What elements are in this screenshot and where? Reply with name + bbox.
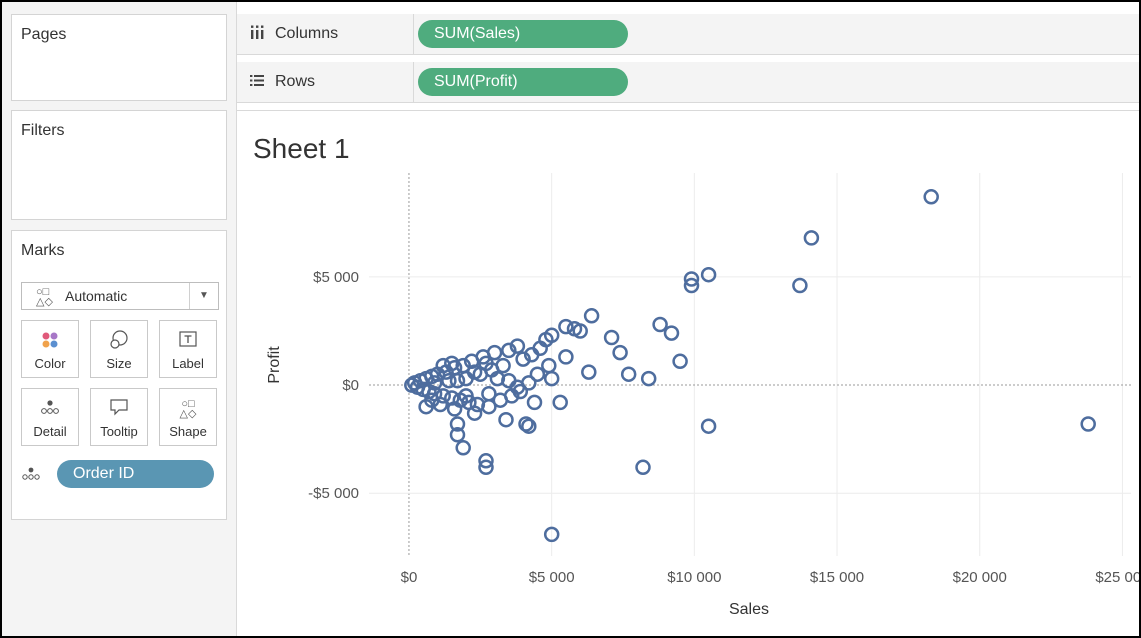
scatter-point: [792, 277, 808, 294]
sum-profit-pill[interactable]: SUM(Profit): [418, 68, 628, 96]
scatter-point: [466, 405, 483, 421]
scatter-point: [481, 385, 497, 402]
shape-label: Shape: [169, 424, 207, 439]
scatter-point: [640, 370, 657, 387]
text-label-icon: [160, 329, 216, 351]
scatter-point: [541, 357, 557, 374]
pages-card[interactable]: Pages: [11, 14, 227, 101]
automatic-mark-icon: ○□ △◇: [36, 286, 53, 308]
mark-layer: [404, 189, 1096, 543]
color-label: Color: [34, 356, 66, 371]
scatter-point: [612, 344, 628, 361]
rows-shelf: Rows SUM(Profit): [237, 62, 1139, 103]
filters-title: Filters: [21, 122, 65, 139]
x-tick-label: $15 000: [810, 569, 864, 586]
label-label: Label: [172, 356, 204, 371]
mark-type-dropdown[interactable]: ○□ △◇ Automatic ▼: [21, 282, 219, 310]
scatter-point: [663, 325, 680, 341]
color-button[interactable]: Color: [21, 320, 79, 378]
marks-card: Marks ○□ △◇ Automatic ▼ Color Size Label…: [11, 230, 227, 520]
detail-button[interactable]: Detail: [21, 388, 79, 446]
rows-label: Rows: [275, 73, 316, 90]
y-tick-label: $0: [342, 377, 359, 394]
sum-sales-pill[interactable]: SUM(Sales): [418, 20, 628, 48]
y-tick-label: -$5 000: [308, 485, 359, 502]
x-tick-label: $10 000: [667, 569, 721, 586]
x-tick-label: $5 000: [529, 569, 575, 586]
scatter-point: [558, 349, 574, 365]
scatter-point: [700, 266, 717, 283]
scatter-point: [581, 364, 597, 380]
label-button[interactable]: Label: [159, 320, 217, 378]
scatter-point: [526, 394, 543, 411]
scatter-point: [803, 230, 820, 246]
x-tick-label: $20 000: [953, 569, 1007, 586]
shape-button[interactable]: ○□ △◇ Shape: [159, 388, 217, 446]
scatter-point: [498, 411, 514, 428]
detail-field-icon: [20, 465, 42, 488]
tooltip-label: Tooltip: [100, 424, 138, 439]
scatter-point: [558, 318, 574, 335]
detail-label: Detail: [33, 424, 67, 439]
mark-type-label: Automatic: [65, 288, 128, 304]
scatter-point: [1080, 416, 1096, 432]
scatter-point: [700, 418, 717, 434]
scatter-point: [552, 394, 568, 411]
pages-title: Pages: [21, 26, 67, 43]
x-tick-label: $25 000: [1095, 569, 1139, 586]
size-label: Size: [106, 356, 132, 371]
scatter-point: [529, 366, 546, 382]
shape-icon: ○□ △◇: [179, 398, 197, 420]
order-id-pill[interactable]: Order ID: [57, 460, 214, 488]
columns-label: Columns: [275, 25, 339, 42]
columns-shelf: Columns SUM(Sales): [237, 14, 1139, 55]
scatter-plot[interactable]: $0 $5 000 $10 000 $15 000 $20 000 $25 000 $5 0…: [237, 111, 1139, 637]
scatter-point: [672, 353, 688, 370]
filters-card[interactable]: Filters: [11, 110, 227, 220]
detail-icon: [22, 397, 78, 419]
scatter-point: [455, 440, 471, 456]
columns-icon: [249, 24, 265, 45]
axis-ticks: $0 $5 000 $10 000 $15 000 $20 000 $25 000 $5 0…: [308, 269, 1139, 586]
scatter-point: [652, 316, 668, 333]
y-axis-title: Profit: [266, 346, 283, 384]
rows-icon: [249, 72, 265, 93]
tooltip-icon: [91, 397, 147, 419]
columns-shelf-label: Columns: [237, 14, 414, 54]
scatter-point: [620, 366, 637, 382]
size-icon: [91, 329, 147, 351]
scatter-point: [603, 329, 620, 346]
scatter-point: [923, 189, 939, 205]
scatter-point: [635, 459, 651, 476]
marks-title: Marks: [21, 242, 65, 259]
left-pane: Pages Filters Marks ○□ △◇ Automatic ▼ Col…: [2, 2, 237, 636]
scatter-point: [583, 308, 600, 324]
x-tick-label: $0: [401, 569, 418, 586]
x-axis-title: Sales: [729, 601, 769, 618]
y-tick-label: $5 000: [313, 269, 359, 286]
color-icon: [22, 329, 78, 351]
tooltip-button[interactable]: Tooltip: [90, 388, 148, 446]
chevron-down-icon[interactable]: ▼: [189, 283, 218, 309]
size-button[interactable]: Size: [90, 320, 148, 378]
worksheet-view: Sheet 1 $0 $5 000 $10 000 $15 000 $20 000 $25…: [237, 110, 1139, 637]
rows-shelf-label: Rows: [237, 62, 414, 102]
app-window: Pages Filters Marks ○□ △◇ Automatic ▼ Col…: [0, 0, 1141, 638]
